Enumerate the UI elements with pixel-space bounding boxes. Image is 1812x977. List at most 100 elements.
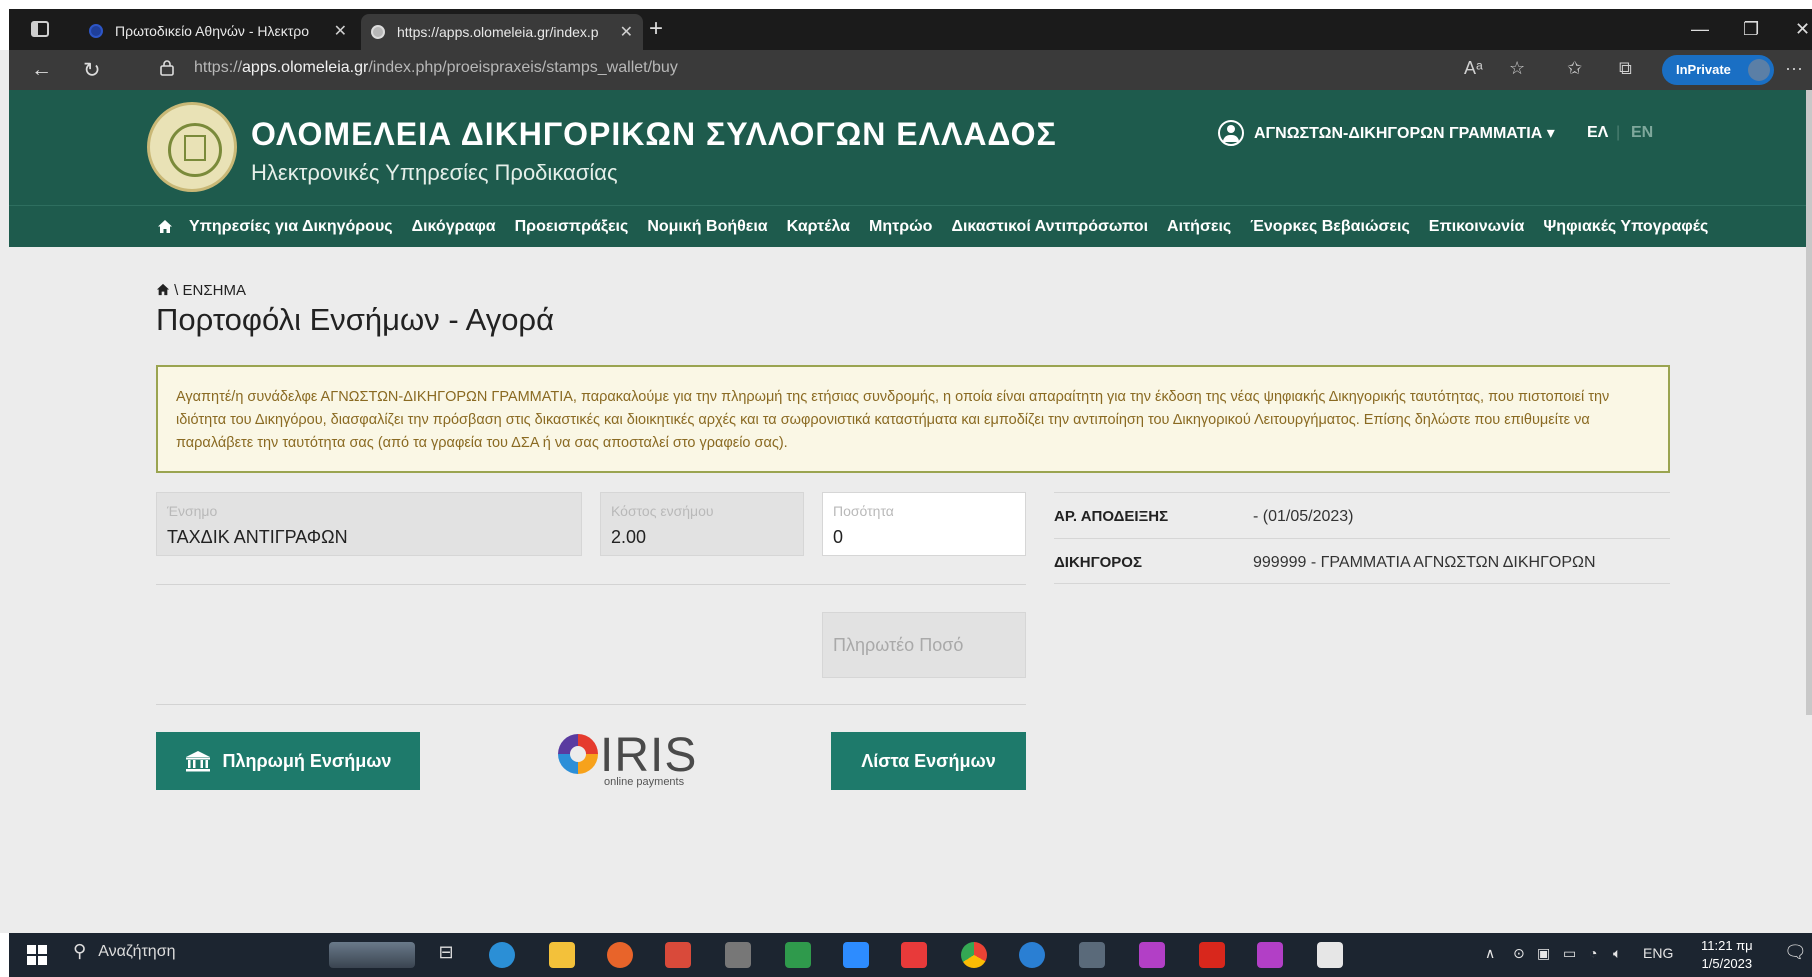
lang-el-link[interactable]: ΕΛ (1587, 124, 1608, 142)
lawyer-row: ΔΙΚΗΓΟΡΟΣ 999999 - ΓΡΑΜΜΑΤΙΑ ΑΓΝΩΣΤΩΝ ΔΙ… (1054, 538, 1670, 584)
nav-item-legal-aid[interactable]: Νομική Βοήθεια (647, 218, 767, 236)
receipt-key: ΑΡ. ΑΠΟΔΕΙΞΗΣ (1054, 508, 1169, 525)
close-tab-icon[interactable]: ✕ (620, 22, 633, 42)
user-menu[interactable]: ΑΓΝΩΣΤΩΝ-ΔΙΚΗΓΟΡΩΝ ΓΡΑΜΜΑΤΙΑ ▾ (1218, 120, 1555, 146)
zoom-icon[interactable] (843, 942, 869, 968)
file-explorer-icon[interactable] (549, 942, 575, 968)
iris-ring-icon (558, 734, 598, 774)
nav-item-digital-signatures[interactable]: Ψηφιακές Υπογραφές (1543, 218, 1708, 236)
tray-app-icon[interactable]: ⊙ (1513, 945, 1525, 962)
taskbar-clock[interactable]: 11:21 πμ 1/5/2023 (1701, 937, 1753, 973)
close-window-icon[interactable]: ✕ (1795, 19, 1810, 40)
lang-en-link[interactable]: EN (1631, 124, 1653, 142)
nav-item-prepayments[interactable]: Προεισπράξεις (515, 218, 629, 236)
firefox-icon[interactable] (607, 942, 633, 968)
divider (156, 704, 1026, 705)
nav-item-card[interactable]: Καρτέλα (787, 218, 850, 236)
installer-icon[interactable] (1317, 942, 1343, 968)
add-favorite-icon[interactable]: ☆ (1509, 58, 1525, 79)
pay-stamps-label: Πληρωμή Ενσήμων (222, 750, 392, 771)
windows-taskbar: ⚲ Αναζήτηση ⊟ ∧ ⊙ ▣ ▭ ◔ 🔈︎ ENG 11:21 πμ … (0, 933, 1812, 977)
stamps-list-button[interactable]: Λίστα Ενσήμων (831, 732, 1026, 790)
notifications-icon[interactable]: 🗨︎ (1784, 942, 1807, 963)
stamp-cost-field: Κόστος ενσήμου 2.00 (600, 492, 804, 556)
lang-divider: | (1616, 124, 1621, 141)
restore-icon[interactable]: ❐ (1743, 19, 1759, 40)
page-title: Πορτοφόλι Ενσήμων - Αγορά (156, 302, 554, 337)
paint-icon[interactable] (665, 942, 691, 968)
nav-item-representatives[interactable]: Δικαστικοί Αντιπρόσωποι (951, 218, 1148, 236)
quantity-value[interactable]: 0 (833, 527, 843, 548)
nav-item-documents[interactable]: Δικόγραφα (412, 218, 496, 236)
read-aloud-icon[interactable]: Aᵃ (1464, 58, 1483, 79)
nav-item-services[interactable]: Υπηρεσίες για Δικηγόρους (189, 218, 393, 236)
stamp-label: Ένσημο (167, 503, 218, 519)
calculator-icon[interactable] (725, 942, 751, 968)
address-bar: ← ↻ https://apps.olomeleia.gr/index.php/… (9, 50, 1812, 90)
url-field[interactable]: https://apps.olomeleia.gr/index.php/proe… (194, 59, 678, 77)
app-icon[interactable] (1079, 942, 1105, 968)
tab-actions-icon[interactable] (31, 21, 49, 37)
stamp-cost-value: 2.00 (611, 527, 647, 547)
home-icon[interactable] (156, 283, 170, 296)
payable-amount-field: Πληρωτέο Ποσό (822, 612, 1026, 678)
main-nav: Υπηρεσίες για Δικηγόρους Δικόγραφα Προει… (9, 205, 1812, 247)
refresh-icon[interactable]: ↻ (83, 58, 101, 83)
acrobat-icon[interactable] (1199, 942, 1225, 968)
search-highlight-icon[interactable] (329, 942, 415, 968)
more-menu-icon[interactable]: ··· (1785, 58, 1803, 79)
user-name: ΑΓΝΩΣΤΩΝ-ΔΙΚΗΓΟΡΩΝ ΓΡΑΜΜΑΤΙΑ ▾ (1254, 125, 1555, 142)
back-icon[interactable]: ← (31, 58, 52, 82)
windows-start-icon[interactable] (27, 945, 47, 965)
lock-icon[interactable] (160, 60, 174, 76)
nav-item-contact[interactable]: Επικοινωνία (1429, 218, 1525, 236)
tray-chevron-icon[interactable]: ∧ (1485, 945, 1495, 962)
olomeleia-logo[interactable] (147, 102, 237, 192)
minimize-icon[interactable]: — (1691, 19, 1709, 40)
volume-icon[interactable]: 🔈︎ (1613, 945, 1621, 962)
collections-icon[interactable]: ⧉ (1619, 58, 1632, 79)
remote-app-2-icon[interactable] (1257, 942, 1283, 968)
tray-monitor-icon[interactable]: ▣ (1537, 945, 1550, 962)
search-icon: ⚲ (73, 941, 87, 961)
stamps-list-label: Λίστα Ενσήμων (861, 750, 996, 771)
thunderbird-icon[interactable] (1019, 942, 1045, 968)
breadcrumb-label[interactable]: \ ΕΝΣΗΜΑ (174, 282, 246, 299)
iris-logo: IRIS online payments (556, 728, 696, 792)
payable-amount-placeholder: Πληρωτέο Ποσό (833, 635, 964, 655)
quantity-input[interactable]: Ποσότητα 0 (822, 492, 1026, 556)
remote-app-icon[interactable] (1139, 942, 1165, 968)
close-tab-icon[interactable]: ✕ (334, 21, 347, 41)
stamp-cost-label: Κόστος ενσήμου (611, 503, 714, 519)
notice-alert: Αγαπητέ/η συνάδελφε ΑΓΝΩΣΤΩΝ-ΔΙΚΗΓΟΡΩΝ Γ… (156, 365, 1670, 473)
profile-avatar (1748, 59, 1770, 81)
tab-title: Πρωτοδικείο Αθηνών - Ηλεκτρο (115, 23, 309, 39)
notes-icon[interactable] (785, 942, 811, 968)
breadcrumb: \ ΕΝΣΗΜΑ (156, 282, 246, 299)
pay-stamps-button[interactable]: Πληρωμή Ενσήμων (156, 732, 420, 790)
quantity-label: Ποσότητα (833, 503, 894, 519)
browser-tab-2[interactable]: https://apps.olomeleia.gr/index.p ✕ (361, 14, 643, 50)
nav-item-affidavits[interactable]: Ένορκες Βεβαιώσεις (1250, 218, 1410, 236)
nav-item-applications[interactable]: Αιτήσεις (1167, 218, 1231, 236)
browser-tab-1[interactable]: Πρωτοδικείο Αθηνών - Ηλεκτρο ✕ (79, 15, 357, 47)
tab-title: https://apps.olomeleia.gr/index.p (397, 24, 599, 40)
new-tab-icon[interactable]: + (649, 15, 663, 43)
nav-item-registry[interactable]: Μητρώο (869, 218, 932, 236)
lawyer-key: ΔΙΚΗΓΟΡΟΣ (1054, 554, 1142, 571)
chrome-icon[interactable] (961, 942, 987, 968)
task-view-icon[interactable]: ⊟ (433, 942, 459, 968)
input-language[interactable]: ENG (1643, 945, 1673, 961)
anydesk-icon[interactable] (901, 942, 927, 968)
inprivate-badge[interactable]: InPrivate (1662, 55, 1774, 85)
favorites-icon[interactable]: ✩ (1567, 58, 1582, 79)
network-icon[interactable]: ◔ (1589, 945, 1597, 961)
user-circle-icon (1218, 120, 1244, 146)
lawyer-value: 999999 - ΓΡΑΜΜΑΤΙΑ ΑΓΝΩΣΤΩΝ ΔΙΚΗΓΟΡΩΝ (1253, 554, 1596, 571)
home-icon[interactable] (157, 219, 173, 239)
taskbar-search[interactable]: ⚲ Αναζήτηση (73, 941, 175, 962)
site-header: ΟΛΟΜΕΛΕΙΑ ΔΙΚΗΓΟΡΙΚΩΝ ΣΥΛΛΟΓΩΝ ΕΛΛΑΔΟΣ Η… (9, 90, 1812, 205)
battery-icon[interactable]: ▭ (1563, 945, 1576, 962)
edge-icon[interactable] (489, 942, 515, 968)
page-scrollbar[interactable] (1806, 90, 1812, 715)
